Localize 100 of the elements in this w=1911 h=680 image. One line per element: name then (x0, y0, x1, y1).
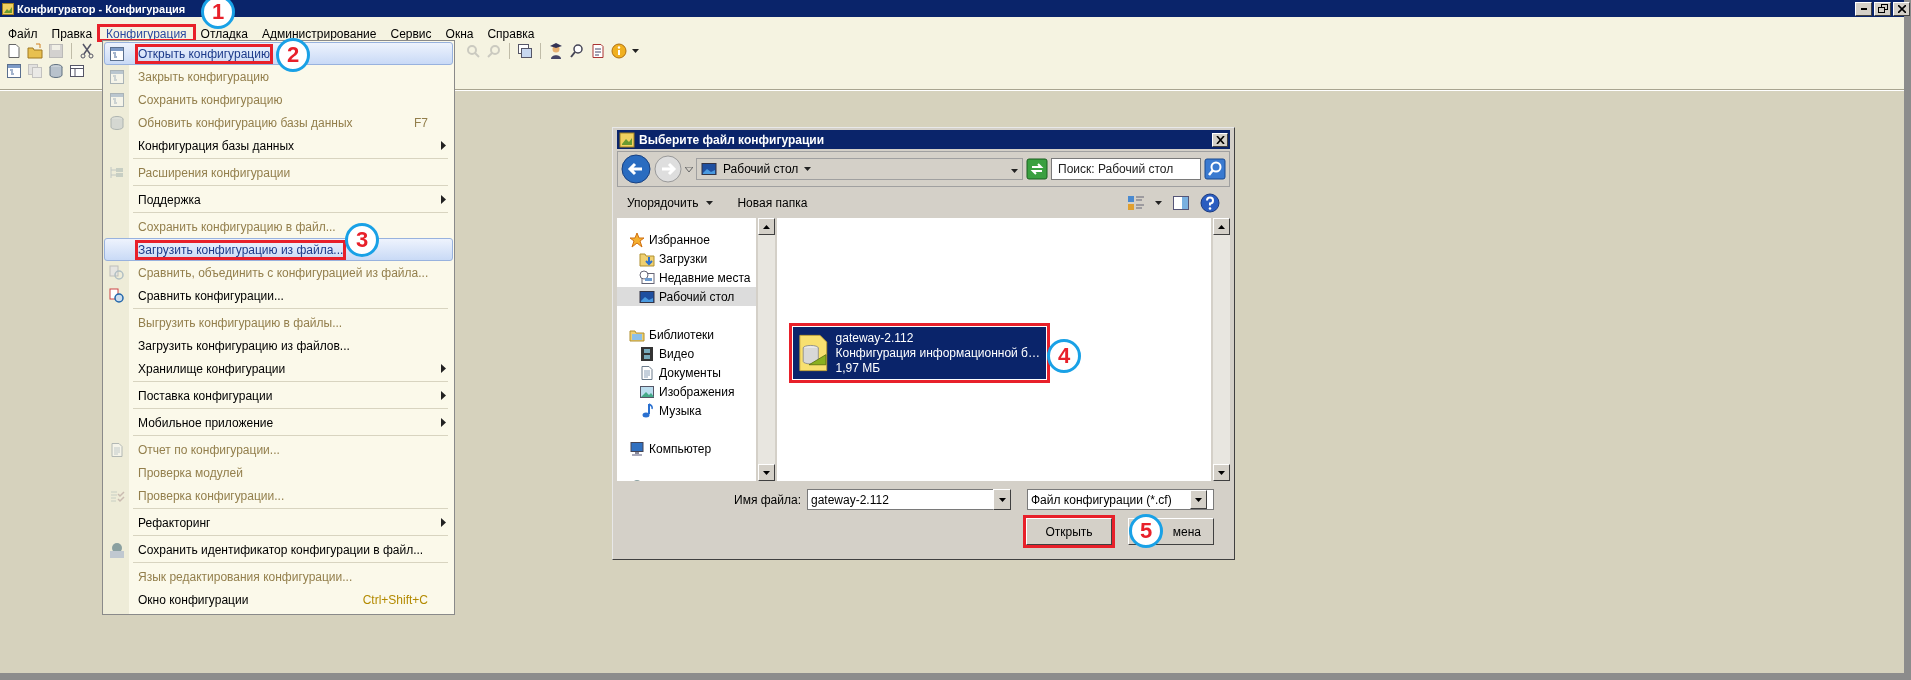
desktop-icon (639, 288, 655, 305)
caret-icon (1195, 497, 1202, 502)
location-dropdown[interactable]: Рабочий стол (696, 158, 1023, 180)
scroll-up-icon (1218, 224, 1225, 229)
window-title: Конфигуратор - Конфигурация (17, 2, 186, 15)
file-type-dropdown[interactable]: Файл конфигурации (*.cf) (1027, 489, 1214, 510)
nav-item[interactable]: Библиотеки (617, 325, 756, 344)
search-icon[interactable] (569, 43, 585, 59)
table-icon[interactable] (69, 63, 85, 79)
database-icon[interactable] (48, 63, 64, 79)
help-icon[interactable] (1200, 192, 1220, 213)
preview-pane-icon[interactable] (1172, 194, 1190, 211)
submenu-arrow-icon (441, 517, 446, 527)
close-button[interactable] (1893, 1, 1910, 16)
nav-item[interactable]: Музыка (617, 401, 756, 420)
file-name-field[interactable]: gateway-2.112 (807, 489, 993, 510)
compare-icon (109, 264, 125, 281)
tree-icon (109, 164, 125, 181)
dialog-button[interactable]: Открыть (1026, 518, 1112, 545)
menu-item[interactable]: Сравнить конфигурации... (104, 284, 453, 307)
nav-item[interactable]: Компьютер (617, 439, 756, 458)
document-icon (639, 364, 655, 381)
caret-icon[interactable] (685, 166, 693, 172)
shortcut-label: F7 (414, 115, 428, 130)
app-icon (2, 2, 14, 15)
computer-icon (629, 440, 645, 457)
image-icon (639, 383, 655, 400)
restore-icon (1877, 4, 1888, 13)
windows-icon[interactable] (517, 43, 533, 59)
caret-icon (1011, 169, 1018, 173)
nav-item[interactable]: Изображения (617, 382, 756, 401)
menu-bar-item[interactable]: Правка (45, 27, 99, 39)
submenu-arrow-icon (441, 140, 446, 150)
nav-item[interactable]: Избранное (617, 230, 756, 249)
menu-bar-item[interactable]: Окна (439, 27, 480, 39)
scrollbar[interactable] (1213, 218, 1230, 481)
desktop-icon (701, 161, 717, 177)
menu-item[interactable]: Окно конфигурации Ctrl+Shift+C (104, 588, 453, 611)
back-icon[interactable] (621, 154, 651, 184)
menu-item[interactable]: Мобильное приложение (104, 411, 453, 434)
menu-item[interactable]: Хранилище конфигурации (104, 357, 453, 380)
document-icon (109, 441, 125, 458)
menu-item[interactable]: Загрузить конфигурацию из файлов... (104, 334, 453, 357)
new-document-icon[interactable] (6, 43, 22, 59)
command-button[interactable]: Упорядочить (627, 195, 714, 210)
dialog-title: Выберите файл конфигурации (639, 132, 825, 147)
caret-icon (804, 167, 812, 171)
dropdown-button[interactable] (993, 489, 1011, 510)
scroll-down-icon (763, 470, 770, 475)
window-icon (109, 45, 125, 62)
submenu-arrow-icon (441, 417, 446, 427)
scroll-down-icon (1218, 470, 1225, 475)
close-button[interactable] (1212, 132, 1228, 147)
scrollbar[interactable] (758, 218, 775, 481)
scroll-up-icon (763, 224, 770, 229)
window-icon[interactable] (6, 63, 22, 79)
menu-bar-item[interactable]: Отладка (194, 27, 255, 39)
caret-icon (998, 497, 1006, 502)
menu-bar-item[interactable]: Сервис (384, 27, 438, 39)
file-name-label: Имя файла: (734, 492, 801, 507)
menu-bar-item[interactable]: Справка (481, 27, 541, 39)
menu-item[interactable]: Сохранить идентификатор конфигурации в файл... (104, 538, 453, 561)
database-icon (109, 114, 125, 131)
command-button[interactable]: Новая папка (737, 195, 808, 210)
app-icon (619, 131, 635, 148)
document-icon[interactable] (590, 43, 606, 59)
menu-item[interactable]: Конфигурация базы данных (104, 134, 453, 157)
shortcut-label: Ctrl+Shift+C (362, 592, 428, 607)
submenu-arrow-icon (441, 194, 446, 204)
menu-bar-item[interactable]: Файл (2, 27, 44, 39)
close-icon (1897, 4, 1906, 13)
nav-item[interactable]: Загрузки (617, 249, 756, 268)
menu-item[interactable]: Рефакторинг (104, 511, 453, 534)
refresh-icon[interactable] (1026, 158, 1048, 180)
window-icon (109, 91, 125, 108)
nav-item[interactable]: Недавние места (617, 268, 756, 287)
scissors-icon[interactable] (79, 43, 95, 59)
search-field[interactable]: Поиск: Рабочий стол (1051, 158, 1201, 180)
person-icon[interactable] (548, 43, 564, 59)
folder-icon[interactable] (27, 43, 43, 59)
star-icon (629, 231, 645, 248)
restore-button[interactable] (1874, 1, 1891, 16)
minimize-icon (1860, 7, 1867, 10)
info-icon[interactable] (611, 43, 627, 59)
nav-item[interactable]: Видео (617, 344, 756, 363)
caret-icon (632, 49, 639, 53)
submenu-arrow-icon (441, 363, 446, 373)
nav-item[interactable]: Документы (617, 363, 756, 382)
search-icon[interactable] (1204, 158, 1226, 180)
folder-icon (639, 250, 655, 267)
nav-item[interactable]: Рабочий стол (617, 287, 756, 306)
menu-bar-item[interactable]: Администрирование (256, 27, 383, 39)
window-icon (109, 68, 125, 85)
submenu-arrow-icon (441, 390, 446, 400)
minimize-button[interactable] (1855, 1, 1872, 16)
menu-item[interactable]: Поддержка (104, 188, 453, 211)
menu-item[interactable]: Поставка конфигурации (104, 384, 453, 407)
recent-places-icon (639, 269, 655, 286)
film-icon (639, 345, 655, 362)
caret-icon (1155, 200, 1162, 205)
